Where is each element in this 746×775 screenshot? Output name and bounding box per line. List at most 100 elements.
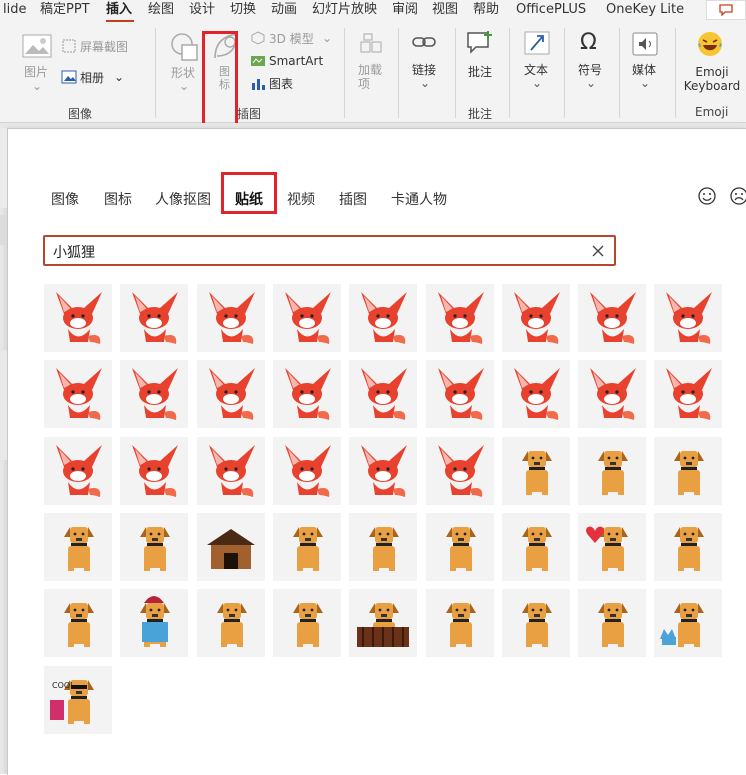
chart-button[interactable]: 图表	[269, 77, 293, 91]
tab-cartoon-people[interactable]: 卡通人物	[391, 189, 447, 209]
frown-feedback-icon[interactable]	[730, 187, 746, 205]
sticker-tile[interactable]	[349, 589, 417, 657]
sticker-tile[interactable]	[426, 589, 494, 657]
sticker-tile[interactable]	[654, 589, 722, 657]
sticker-tile[interactable]	[273, 437, 341, 505]
sticker-tile[interactable]	[197, 360, 265, 428]
album-dropdown-icon[interactable]: ⌄	[114, 70, 124, 84]
text-button[interactable]: 文本	[524, 63, 548, 77]
dog-hat-sticker-icon	[140, 596, 170, 647]
menu-tab-review[interactable]: 审阅	[392, 1, 418, 19]
album-button[interactable]: 相册	[80, 71, 104, 85]
search-input-value[interactable]: 小狐狸	[53, 242, 95, 262]
sticker-tile[interactable]	[502, 437, 570, 505]
sticker-tile[interactable]	[273, 513, 341, 581]
sticker-tile[interactable]: COOL	[44, 666, 112, 734]
shapes-button[interactable]: 形状	[171, 66, 195, 80]
menu-tab-insert[interactable]: 插入	[106, 1, 132, 19]
addins-button[interactable]: 加载项	[358, 63, 384, 91]
menu-tab-view[interactable]: 视图	[432, 1, 458, 19]
shapes-dropdown-icon[interactable]: ⌄	[179, 79, 189, 93]
media-dropdown-icon[interactable]: ⌄	[640, 76, 650, 90]
sticker-tile[interactable]	[44, 513, 112, 581]
comment-button[interactable]: 批注	[468, 65, 492, 79]
smartart-button[interactable]: SmartArt	[269, 54, 323, 68]
dog-sticker-icon	[64, 527, 94, 571]
3d-model-dropdown-icon[interactable]: ⌄	[322, 31, 332, 45]
sticker-tile[interactable]	[120, 360, 188, 428]
menu-tab-animations[interactable]: 动画	[271, 1, 297, 19]
sticker-tile[interactable]	[44, 437, 112, 505]
menu-tab-help[interactable]: 帮助	[473, 1, 499, 19]
menu-tab-slideshow[interactable]: 幻灯片放映	[312, 1, 377, 19]
sticker-tile[interactable]	[426, 513, 494, 581]
link-dropdown-icon[interactable]: ⌄	[420, 76, 430, 90]
3d-model-button[interactable]: 3D 模型	[269, 32, 314, 46]
sticker-tile[interactable]	[197, 284, 265, 352]
emoji-keyboard-button[interactable]: Emoji Keyboard	[682, 65, 742, 93]
sticker-tile[interactable]	[502, 360, 570, 428]
sticker-tile[interactable]	[120, 284, 188, 352]
icons-highlight-box	[202, 31, 238, 126]
menu-tab-officeplus[interactable]: OfficePLUS	[516, 1, 586, 19]
tab-icons[interactable]: 图标	[104, 189, 132, 209]
text-dropdown-icon[interactable]: ⌄	[532, 76, 542, 90]
fox-sticker-icon	[285, 368, 331, 420]
sticker-tile[interactable]	[654, 284, 722, 352]
menu-tab-draw[interactable]: 绘图	[148, 1, 174, 19]
menu-tab-design[interactable]: 设计	[189, 1, 215, 19]
comments-button[interactable]	[706, 0, 746, 20]
sticker-tile[interactable]	[197, 589, 265, 657]
sticker-tile[interactable]	[349, 437, 417, 505]
symbols-button[interactable]: 符号	[578, 63, 602, 77]
sticker-tile[interactable]	[197, 513, 265, 581]
sticker-tile[interactable]	[502, 284, 570, 352]
sticker-tile[interactable]	[578, 360, 646, 428]
tab-cutout-people[interactable]: 人像抠图	[155, 189, 211, 209]
dog-sticker-icon	[674, 451, 704, 495]
menu-tab-onekey[interactable]: OneKey Lite	[606, 1, 684, 19]
sticker-tile[interactable]	[273, 284, 341, 352]
sticker-tile[interactable]	[578, 284, 646, 352]
menu-tab-slide[interactable]: lide	[3, 1, 26, 19]
sticker-tile[interactable]	[44, 589, 112, 657]
sticker-tile[interactable]	[502, 513, 570, 581]
sticker-tile[interactable]	[349, 360, 417, 428]
fox-sticker-icon	[438, 445, 484, 497]
sticker-tile[interactable]	[120, 589, 188, 657]
sticker-tile[interactable]	[578, 437, 646, 505]
screenshot-button[interactable]: 屏幕截图	[80, 40, 128, 54]
menu-tab-transitions[interactable]: 切换	[230, 1, 256, 19]
smile-feedback-icon[interactable]	[698, 187, 716, 205]
ribbon-separator	[344, 28, 345, 118]
pictures-dropdown-icon[interactable]: ⌄	[32, 79, 42, 93]
link-button[interactable]: 链接	[412, 63, 436, 77]
sticker-tile[interactable]	[654, 437, 722, 505]
close-icon[interactable]	[590, 243, 606, 259]
search-input[interactable]: 小狐狸	[43, 235, 616, 266]
sticker-tile[interactable]	[197, 437, 265, 505]
sticker-tile[interactable]	[273, 589, 341, 657]
symbols-dropdown-icon[interactable]: ⌄	[586, 76, 596, 90]
sticker-tile[interactable]	[654, 360, 722, 428]
sticker-tile[interactable]	[349, 284, 417, 352]
sticker-tile[interactable]	[120, 437, 188, 505]
sticker-tile[interactable]	[426, 284, 494, 352]
sticker-tile[interactable]	[654, 513, 722, 581]
sticker-tile[interactable]	[44, 284, 112, 352]
media-button[interactable]: 媒体	[632, 63, 656, 77]
pictures-button[interactable]: 图片	[24, 65, 48, 79]
sticker-tile[interactable]	[502, 589, 570, 657]
tab-images[interactable]: 图像	[51, 189, 79, 209]
tab-illustrations[interactable]: 插图	[339, 189, 367, 209]
tab-videos[interactable]: 视频	[287, 189, 315, 209]
sticker-tile[interactable]	[273, 360, 341, 428]
sticker-tile[interactable]	[426, 360, 494, 428]
sticker-tile[interactable]	[426, 437, 494, 505]
sticker-tile[interactable]	[349, 513, 417, 581]
menu-tab-gaoding[interactable]: 稿定PPT	[40, 1, 90, 19]
sticker-tile[interactable]	[578, 589, 646, 657]
sticker-tile[interactable]	[120, 513, 188, 581]
sticker-tile[interactable]	[578, 513, 646, 581]
sticker-tile[interactable]	[44, 360, 112, 428]
